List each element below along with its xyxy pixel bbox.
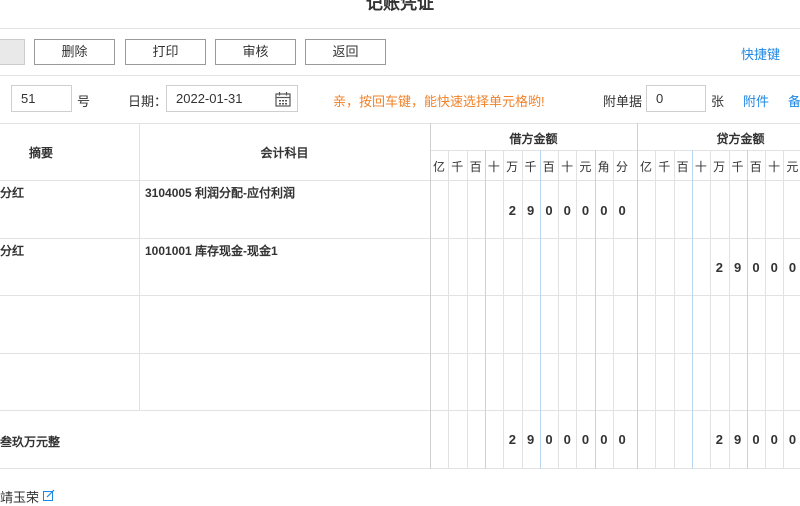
total-credit-digit: 0: [770, 432, 778, 447]
row1-debit-digit: 2: [508, 203, 516, 218]
debit-unit-4: 万: [506, 160, 519, 174]
debit-unit-1: 千: [451, 160, 464, 174]
total-credit-digit: 2: [715, 432, 723, 447]
credit-unit-1: 千: [658, 160, 671, 174]
credit-unit-7: 十: [768, 160, 781, 174]
toolbar: 删除 打印 审核 返回 快捷键: [0, 28, 800, 76]
total-debit-digit: 0: [581, 432, 590, 447]
debit-unit-0: 亿: [432, 160, 445, 174]
voucher-number-input[interactable]: 51: [11, 85, 72, 112]
attach-unit: 张: [711, 94, 725, 109]
debit-header: 借方金额: [509, 132, 558, 146]
credit-unit-4: 万: [713, 160, 726, 174]
total-debit-digit: 0: [618, 432, 626, 447]
total-debit-digit: 2: [508, 432, 516, 447]
total-debit-digit: 0: [600, 432, 608, 447]
row2-summary[interactable]: 分红: [0, 242, 24, 259]
title-bar: 记账凭证: [0, 0, 800, 28]
row2-credit-digit: 2: [715, 260, 723, 275]
debit-unit-10: 分: [615, 160, 628, 174]
row1-debit-digit: 0: [545, 203, 553, 218]
row1-debit-digit: 0: [563, 203, 571, 218]
debit-unit-2: 百: [469, 160, 482, 174]
page-title: 记账凭证: [366, 0, 434, 13]
credit-unit-8: 元: [786, 160, 799, 174]
debit-unit-8: 元: [579, 160, 592, 174]
audit-button[interactable]: 审核: [215, 39, 296, 65]
debit-unit-9: 角: [597, 160, 610, 174]
attachment-link[interactable]: 附件: [743, 91, 769, 110]
partial-button[interactable]: [0, 39, 25, 65]
total-debit-digit: 9: [527, 432, 535, 447]
attach-label: 附单据: [603, 94, 643, 109]
voucher-table: 摘要 会计科目 借方金额 贷方金额 亿千百十万千百十元角分亿千百十万千百十元 分…: [0, 123, 800, 469]
row2-credit-digit: 0: [770, 260, 778, 275]
delete-button[interactable]: 删除: [34, 39, 115, 65]
number-suffix: 号: [77, 94, 91, 109]
credit-unit-0: 亿: [639, 160, 652, 174]
credit-unit-6: 百: [749, 160, 762, 174]
credit-unit-3: 十: [694, 160, 707, 174]
preparer-name: 靖玉荣: [0, 490, 40, 505]
debit-unit-5: 千: [524, 160, 537, 174]
summary-header: 摘要: [28, 146, 53, 160]
edit-icon[interactable]: [43, 489, 55, 501]
date-value: 2022-01-31: [176, 91, 243, 106]
debit-unit-3: 十: [487, 160, 500, 174]
row1-debit-digit: 0: [600, 203, 608, 218]
row2-credit-digit: 0: [752, 260, 760, 275]
date-label: 日期：: [128, 94, 168, 109]
total-summary: 叁玖万元整: [0, 435, 61, 449]
debit-unit-6: 百: [542, 160, 555, 174]
shortcut-link[interactable]: 快捷键: [741, 44, 780, 63]
date-input[interactable]: 2022-01-31: [166, 85, 298, 112]
debit-unit-7: 十: [561, 160, 574, 174]
attach-count-input[interactable]: 0: [646, 85, 706, 112]
credit-unit-2: 百: [676, 160, 689, 174]
total-debit-digit: 0: [545, 432, 553, 447]
total-credit-digit: 9: [734, 432, 742, 447]
row1-debit-digit: 9: [527, 203, 535, 218]
total-credit-digit: 0: [752, 432, 760, 447]
row1-account[interactable]: 3104005 利润分配-应付利润: [145, 184, 295, 201]
print-button[interactable]: 打印: [125, 39, 206, 65]
calendar-icon[interactable]: [275, 91, 291, 107]
credit-header: 贷方金额: [716, 132, 765, 146]
hint-text: 亲，按回车键，能快速选择单元格哟!: [333, 94, 545, 109]
row2-credit-digit: 0: [788, 260, 797, 275]
row1-summary[interactable]: 分红: [0, 184, 24, 201]
total-debit-digit: 0: [563, 432, 571, 447]
row1-debit-digit: 0: [618, 203, 626, 218]
row1-debit-digit: 0: [581, 203, 590, 218]
total-credit-digit: 0: [788, 432, 797, 447]
row2-credit-digit: 9: [734, 260, 742, 275]
account-header: 会计科目: [260, 146, 309, 160]
row2-account[interactable]: 1001001 库存现金-现金1: [145, 242, 278, 259]
credit-unit-5: 千: [731, 160, 744, 174]
back-button[interactable]: 返回: [305, 39, 386, 65]
backup-link[interactable]: 备: [788, 91, 800, 110]
